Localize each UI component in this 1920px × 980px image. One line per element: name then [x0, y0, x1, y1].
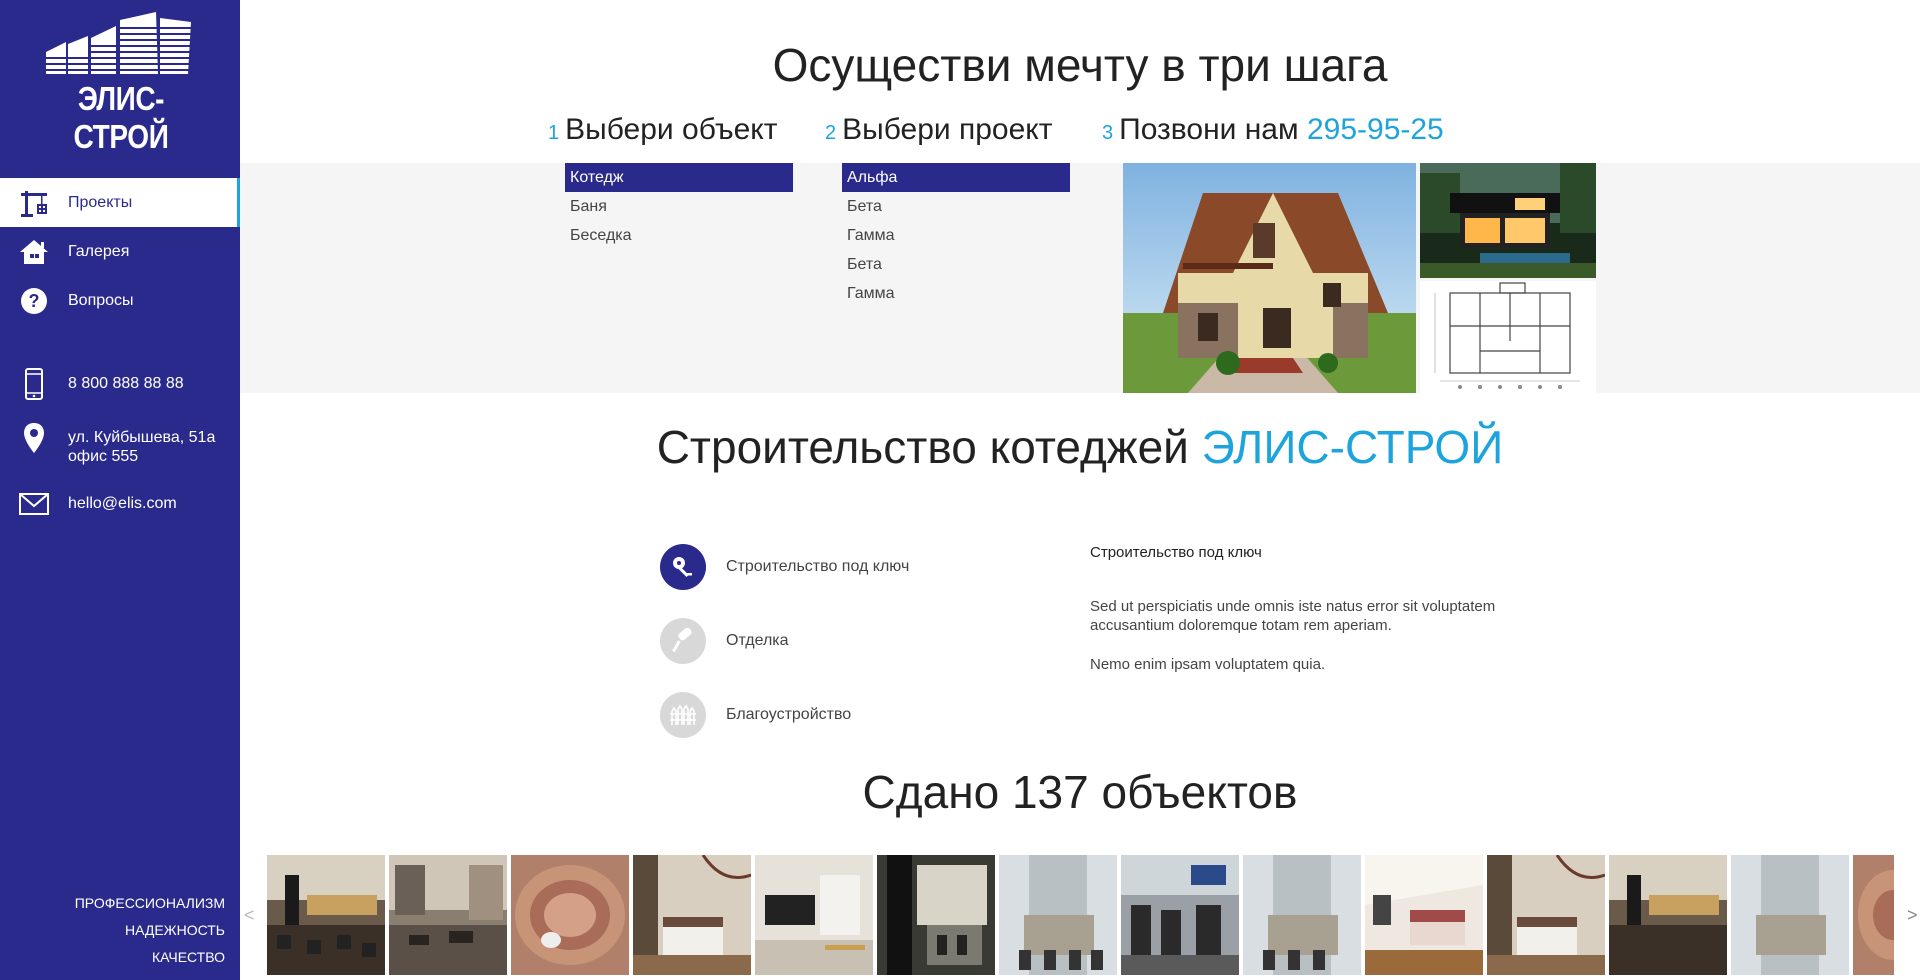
mail-icon	[18, 488, 50, 520]
house-icon	[18, 238, 50, 266]
service-landscaping[interactable]: Благоустройство	[660, 678, 909, 752]
project-list: Альфа Бета Гамма Бета Гамма	[842, 163, 1070, 308]
service-label: Строительство под ключ	[726, 558, 910, 575]
step-label: Выбери объект	[565, 113, 778, 146]
about-title-text: Строительство котеджей	[656, 421, 1189, 473]
services-list: Строительство под ключ Отделка Благоустр…	[660, 530, 909, 752]
sidebar: ЭЛИС-СТРОЙ Проекты Галерея ? Вопросы 8 8…	[0, 0, 240, 980]
slogan: ПРОФЕССИОНАЛИЗМ	[74, 895, 225, 911]
sidebar-item-questions[interactable]: ? Вопросы	[0, 276, 240, 325]
phone-icon	[18, 368, 50, 400]
project-option[interactable]: Гамма	[842, 221, 1070, 250]
service-finishing[interactable]: Отделка	[660, 604, 909, 678]
gallery-prev-arrow[interactable]: <	[244, 905, 255, 926]
service-label: Благоустройство	[726, 706, 852, 723]
step-label: Выбери проект	[842, 113, 1053, 146]
gallery-thumb[interactable]	[1731, 855, 1849, 975]
gallery-thumb[interactable]	[877, 855, 995, 975]
project-photo-main[interactable]	[1123, 163, 1416, 393]
contact-email[interactable]: hello@elis.com	[0, 488, 240, 520]
main-content: Осуществи мечту в три шага 1 Выбери объек…	[240, 0, 1920, 980]
step-3: 3 Позвони нам 295-95-25	[1102, 113, 1444, 147]
service-turnkey[interactable]: Строительство под ключ	[660, 530, 909, 604]
phone-number: 8 800 888 88 88	[68, 375, 184, 392]
contact-phone[interactable]: 8 800 888 88 88	[0, 368, 240, 400]
project-photo-modern[interactable]	[1420, 163, 1596, 278]
project-floor-plan[interactable]	[1420, 281, 1596, 393]
crane-icon	[18, 189, 50, 217]
project-option[interactable]: Альфа	[842, 163, 1070, 192]
service-description-text: Sed ut perspiciatis unde omnis iste natu…	[1090, 598, 1496, 634]
buildings-logo-icon	[41, 12, 196, 74]
paint-roller-icon	[660, 618, 706, 664]
slogans: ПРОФЕССИОНАЛИЗМ НАДЕЖНОСТЬ КАЧЕСТВО	[75, 890, 225, 971]
gallery-thumb[interactable]	[1121, 855, 1239, 975]
address-line1: ул. Куйбышева, 51а	[68, 429, 216, 446]
gallery-carousel	[267, 855, 1894, 975]
service-description: Строительство под ключ Sed ut perspiciat…	[1090, 543, 1520, 694]
sidebar-item-label: Проекты	[68, 193, 133, 211]
sidebar-nav: Проекты Галерея ? Вопросы	[0, 178, 240, 325]
keys-icon	[660, 544, 706, 590]
step-number: 1	[548, 122, 560, 144]
step-number: 3	[1102, 122, 1114, 144]
question-icon: ?	[18, 287, 50, 315]
email: hello@elis.com	[68, 495, 177, 512]
address-line2: офис 555	[68, 448, 139, 465]
step-label: Позвони нам	[1119, 113, 1299, 146]
logo-text: ЭЛИС-СТРОЙ	[73, 80, 169, 155]
sidebar-item-projects[interactable]: Проекты	[0, 178, 240, 227]
steps-row: 1 Выбери объект 2 Выбери проект 3 Позвони н…	[240, 113, 1920, 153]
gallery-thumb[interactable]	[1243, 855, 1361, 975]
hero-title: Осуществи мечту в три шага	[772, 39, 1388, 91]
object-option[interactable]: Котедж	[565, 163, 793, 192]
object-list: Котедж Баня Беседка	[565, 163, 793, 250]
gallery-thumb[interactable]	[633, 855, 751, 975]
gallery-thumb[interactable]	[755, 855, 873, 975]
project-option[interactable]: Бета	[842, 250, 1070, 279]
gallery-thumb[interactable]	[1853, 855, 1894, 975]
about-title-accent: ЭЛИС-СТРОЙ	[1201, 421, 1504, 473]
service-description-text: Nemo enim ipsam voluptatem quia.	[1090, 656, 1326, 673]
map-pin-icon	[18, 422, 50, 454]
svg-text:?: ?	[29, 291, 40, 311]
object-option[interactable]: Баня	[565, 192, 793, 221]
step-2: 2 Выбери проект	[825, 113, 1053, 147]
service-description-title: Строительство под ключ	[1090, 544, 1262, 561]
project-option[interactable]: Бета	[842, 192, 1070, 221]
sidebar-item-gallery[interactable]: Галерея	[0, 227, 240, 276]
project-option[interactable]: Гамма	[842, 279, 1070, 308]
sidebar-item-label: Галерея	[68, 242, 130, 260]
sidebar-item-label: Вопросы	[68, 291, 134, 309]
service-label: Отделка	[726, 632, 789, 649]
call-phone-link[interactable]: 295-95-25	[1307, 113, 1444, 146]
gallery-thumb[interactable]	[1487, 855, 1605, 975]
gallery-thumb[interactable]	[999, 855, 1117, 975]
selector-band	[240, 163, 1920, 393]
step-number: 2	[825, 122, 837, 144]
slogan: КАЧЕСТВО	[151, 949, 225, 965]
contact-address: ул. Куйбышева, 51а офис 555	[0, 422, 240, 466]
gallery-thumb[interactable]	[511, 855, 629, 975]
contact-info: 8 800 888 88 88 ул. Куйбышева, 51а офис …	[0, 368, 240, 542]
step-1: 1 Выбери объект	[548, 113, 778, 147]
gallery-thumb[interactable]	[1365, 855, 1483, 975]
gallery-next-arrow[interactable]: >	[1907, 905, 1918, 926]
gallery-thumb[interactable]	[1609, 855, 1727, 975]
object-option[interactable]: Беседка	[565, 221, 793, 250]
slogan: НАДЕЖНОСТЬ	[124, 922, 225, 938]
portfolio-title: Сдано 137 объектов	[862, 766, 1298, 818]
fence-icon	[660, 692, 706, 738]
company-logo[interactable]: ЭЛИС-СТРОЙ	[36, 12, 206, 155]
address: ул. Куйбышева, 51а офис 555	[68, 422, 215, 466]
gallery-thumb[interactable]	[267, 855, 385, 975]
about-title: Строительство котеджей ЭЛИС-СТРОЙ	[240, 420, 1920, 474]
gallery-thumb[interactable]	[389, 855, 507, 975]
